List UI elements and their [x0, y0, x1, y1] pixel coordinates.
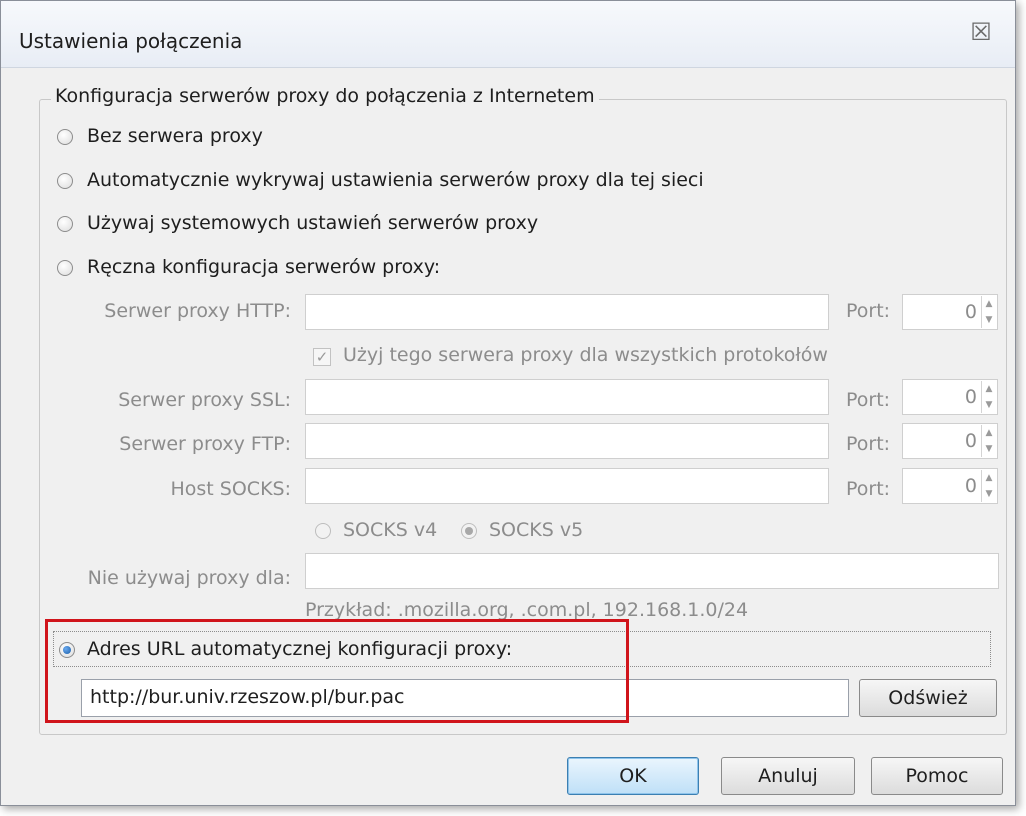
spinner-arrows-icon[interactable]: ▲ ▼	[981, 381, 996, 413]
ssl-port-label: Port:	[846, 389, 891, 411]
socks-host-label: Host SOCKS:	[170, 478, 291, 500]
close-icon[interactable]: ☒	[965, 17, 997, 47]
ftp-port-label: Port:	[846, 433, 891, 455]
system-proxy-label[interactable]: Używaj systemowych ustawień serwerów pro…	[87, 212, 538, 234]
socks-v5-label[interactable]: SOCKS v5	[489, 519, 583, 541]
manual-proxy-label[interactable]: Ręczna konfiguracja serwerów proxy:	[87, 256, 440, 278]
manual-proxy-radio[interactable]	[57, 260, 73, 276]
no-proxy-label[interactable]: Bez serwera proxy	[87, 125, 263, 147]
dialog-body: Konfiguracja serwerów proxy do połączeni…	[1, 67, 1015, 805]
ftp-port-stepper[interactable]: 0 ▲ ▼	[902, 423, 998, 459]
help-button[interactable]: Pomoc	[871, 757, 1003, 795]
ftp-proxy-input[interactable]	[305, 423, 829, 459]
dialog-title: Ustawienia połączenia	[19, 29, 243, 53]
no-proxy-for-label: Nie używaj proxy dla:	[87, 567, 291, 589]
ssl-proxy-input[interactable]	[305, 379, 829, 415]
socks-port-value: 0	[964, 475, 977, 497]
http-port-label: Port:	[846, 300, 891, 322]
no-proxy-for-input[interactable]	[305, 553, 999, 589]
cancel-button[interactable]: Anuluj	[721, 757, 855, 795]
proxy-config-legend: Konfiguracja serwerów proxy do połączeni…	[51, 85, 599, 107]
ssl-port-value: 0	[964, 386, 977, 408]
no-proxy-example: Przykład: .mozilla.org, .com.pl, 192.168…	[305, 599, 749, 621]
socks-host-input[interactable]	[305, 468, 829, 504]
http-proxy-label: Serwer proxy HTTP:	[104, 300, 291, 322]
title-bar: Ustawienia połączenia ☒	[1, 1, 1015, 68]
auto-detect-radio[interactable]	[57, 173, 73, 189]
ftp-proxy-label: Serwer proxy FTP:	[119, 433, 291, 455]
annotation-highlight-box	[45, 619, 629, 723]
socks-v5-radio[interactable]	[461, 523, 477, 539]
ftp-port-value: 0	[964, 430, 977, 452]
spinner-arrows-icon[interactable]: ▲ ▼	[981, 296, 996, 328]
use-for-all-checkbox[interactable]: ✓	[313, 348, 331, 366]
connection-settings-dialog: Ustawienia połączenia ☒ Konfiguracja ser…	[0, 0, 1016, 806]
socks-port-label: Port:	[846, 478, 891, 500]
reload-button[interactable]: Odśwież	[859, 679, 997, 717]
socks-v4-label[interactable]: SOCKS v4	[343, 519, 437, 541]
ok-button[interactable]: OK	[567, 757, 699, 795]
auto-detect-label[interactable]: Automatycznie wykrywaj ustawienia serwer…	[87, 169, 704, 191]
no-proxy-radio[interactable]	[57, 129, 73, 145]
ssl-port-stepper[interactable]: 0 ▲ ▼	[902, 379, 998, 415]
use-for-all-label[interactable]: Użyj tego serwera proxy dla wszystkich p…	[343, 344, 828, 366]
socks-v4-radio[interactable]	[315, 523, 331, 539]
http-port-stepper[interactable]: 0 ▲ ▼	[902, 294, 998, 330]
system-proxy-radio[interactable]	[57, 216, 73, 232]
ssl-proxy-label: Serwer proxy SSL:	[118, 389, 291, 411]
spinner-arrows-icon[interactable]: ▲ ▼	[981, 425, 996, 457]
http-port-value: 0	[964, 301, 977, 323]
spinner-arrows-icon[interactable]: ▲ ▼	[981, 470, 996, 502]
socks-port-stepper[interactable]: 0 ▲ ▼	[902, 468, 998, 504]
http-proxy-input[interactable]	[305, 294, 829, 330]
